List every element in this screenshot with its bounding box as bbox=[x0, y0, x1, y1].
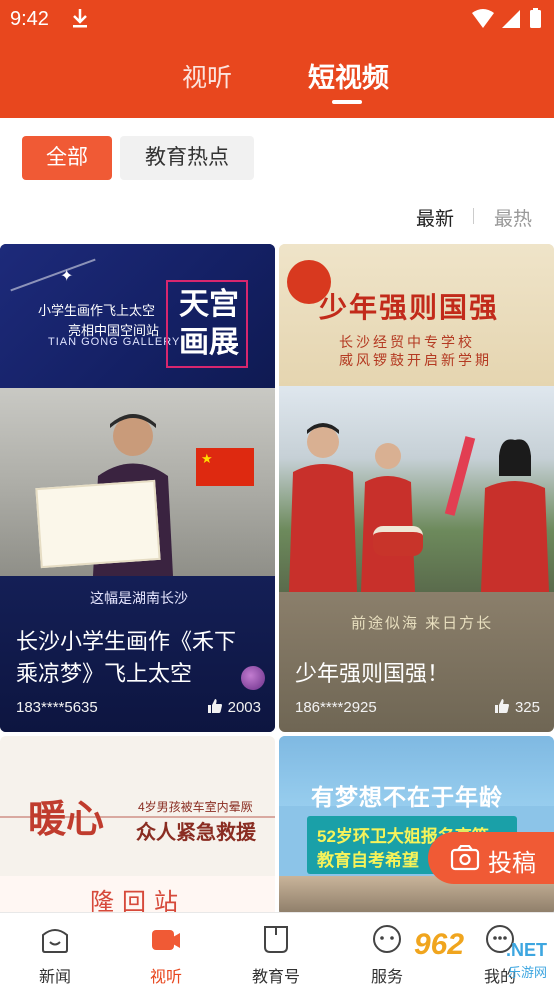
filter-all-chip[interactable]: 全部 bbox=[22, 136, 112, 180]
satellite-icon: ✦ bbox=[60, 268, 74, 285]
download-icon bbox=[73, 9, 87, 28]
red-flag bbox=[444, 436, 476, 516]
sort-divider bbox=[473, 208, 474, 224]
video-thumbnail-photo bbox=[279, 386, 554, 592]
tab-short-video[interactable]: 短视频 bbox=[308, 56, 389, 95]
banner-text: 众人紧急救援 bbox=[136, 820, 256, 844]
banner-text: 4岁男孩被车室内晕厥 bbox=[138, 800, 253, 814]
student-figure bbox=[481, 439, 549, 592]
sort-hottest[interactable]: 最热 bbox=[494, 204, 532, 231]
video-camera-icon bbox=[152, 930, 180, 950]
banner-title: 暖心 bbox=[28, 796, 105, 841]
signal-icon bbox=[502, 10, 520, 28]
banner-text: 小学生画作飞上太空 bbox=[38, 303, 156, 318]
status-icons bbox=[472, 8, 541, 28]
banner-text: 威风锣鼓开启新学期 bbox=[339, 352, 492, 368]
student-figure bbox=[289, 423, 357, 592]
video-card[interactable]: 暖心 4岁男孩被车室内晕厥 众人紧急救援 隆回站 bbox=[0, 736, 275, 916]
thumbs-up-icon bbox=[207, 699, 222, 713]
sort-options: 最新 最热 bbox=[412, 204, 532, 230]
china-flag: ★ bbox=[196, 448, 254, 486]
video-card[interactable]: 有梦想不在于年龄 52岁环卫大姐报名高等 教育自考希望 bbox=[279, 736, 554, 916]
camera-upload-icon bbox=[450, 845, 480, 871]
service-icon bbox=[373, 925, 401, 953]
banner-title: 有梦想不在于年龄 bbox=[311, 784, 503, 810]
watermark-number: 962 bbox=[414, 928, 465, 961]
gallery-logo-text: 天宫画展 bbox=[179, 287, 239, 360]
watermark-sub: 乐游网 bbox=[508, 965, 548, 980]
video-title: 少年强则国强！ bbox=[295, 661, 450, 686]
site-watermark: 962 .NET 乐游网 bbox=[414, 928, 554, 984]
video-thumbnail-photo: ★ bbox=[0, 388, 275, 576]
submit-post-button[interactable]: 投稿 bbox=[428, 832, 554, 884]
banner-text: 长沙经贸中专学校 bbox=[339, 334, 475, 350]
video-author: 183****5635 bbox=[16, 699, 98, 716]
student-figure bbox=[361, 443, 415, 592]
tab-audio-visual[interactable]: 视听 bbox=[182, 58, 232, 94]
tab-label: 新闻 bbox=[38, 969, 71, 986]
like-count-value: 325 bbox=[514, 699, 540, 716]
wifi-icon bbox=[472, 9, 494, 28]
video-card[interactable]: 少年强则国强 长沙经贸中专学校 威风锣鼓开启新学期 前途似海 来日方长 少年强则… bbox=[279, 244, 554, 732]
battery-icon bbox=[530, 10, 541, 28]
shooting-star-decoration bbox=[10, 258, 96, 292]
like-count-value: 2003 bbox=[227, 699, 261, 716]
video-author: 186****2925 bbox=[295, 699, 377, 716]
sort-latest[interactable]: 最新 bbox=[416, 204, 454, 231]
submit-post-label: 投稿 bbox=[488, 850, 536, 877]
like-count[interactable]: 325 bbox=[494, 699, 540, 716]
book-icon bbox=[264, 926, 288, 953]
tab-label: 视听 bbox=[149, 969, 182, 986]
filter-edu-hot-chip[interactable]: 教育热点 bbox=[120, 136, 254, 180]
thumbs-up-icon bbox=[494, 699, 509, 713]
banner-title: 少年强则国强 bbox=[319, 291, 500, 324]
video-thumbnail-banner: ✦ 小学生画作飞上太空 亮相中国空间站 TIAN GONG GALLERY 天宫… bbox=[0, 244, 275, 388]
status-bar: 9:42 bbox=[0, 0, 554, 38]
news-icon bbox=[42, 929, 68, 953]
active-tab-indicator bbox=[332, 100, 362, 104]
tab-audio-visual-bottom[interactable]: 视听 bbox=[126, 919, 206, 986]
banner-station-label: 隆回站 bbox=[90, 888, 186, 916]
video-card[interactable]: ✦ 小学生画作飞上太空 亮相中国空间站 TIAN GONG GALLERY 天宫… bbox=[0, 244, 275, 732]
video-thumbnail-banner: 少年强则国强 长沙经贸中专学校 威风锣鼓开启新学期 bbox=[279, 244, 554, 386]
status-time: 9:42 bbox=[10, 8, 49, 30]
video-subtitle: 这幅是湖南长沙 bbox=[90, 590, 188, 606]
like-count[interactable]: 2003 bbox=[207, 699, 261, 716]
video-subtitle: 前途似海 来日方长 bbox=[351, 615, 494, 632]
watermark-net: .NET bbox=[506, 940, 548, 960]
tab-news[interactable]: 新闻 bbox=[15, 919, 95, 986]
banner-text: TIAN GONG GALLERY bbox=[48, 336, 181, 348]
video-title: 长沙小学生画作《禾下乘凉梦》飞上太空 bbox=[16, 629, 237, 686]
child-drawing bbox=[35, 479, 161, 569]
gallery-logo: 天宫画展 bbox=[166, 280, 248, 368]
drum bbox=[373, 526, 423, 556]
app-header: 9:42 视听 短视频 bbox=[0, 0, 554, 118]
tab-label: 教育号 bbox=[251, 969, 300, 986]
tab-edu-account[interactable]: 教育号 bbox=[236, 919, 316, 986]
banner-text: 教育自考希望 bbox=[317, 851, 419, 870]
top-tab-bar: 视听 短视频 bbox=[0, 54, 554, 104]
